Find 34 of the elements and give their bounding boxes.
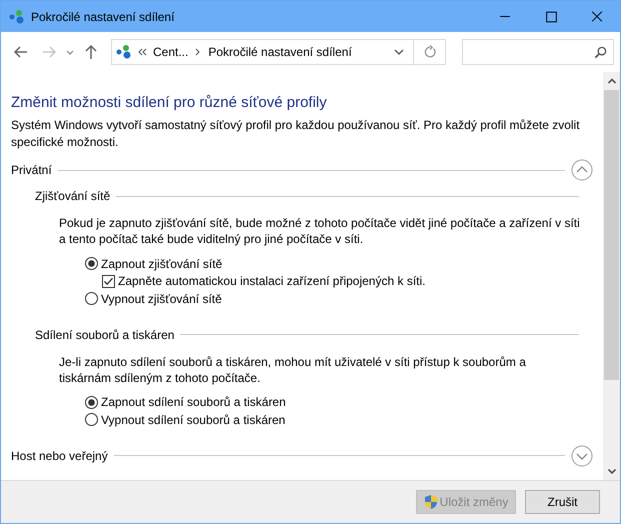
section-heading: Sdílení souborů a tiskáren: [35, 328, 174, 342]
scrollbar-thumb[interactable]: [604, 90, 619, 380]
radio-button[interactable]: [85, 292, 98, 306]
window-title: Pokročilé nastavení sdílení: [31, 10, 174, 24]
refresh-icon: [422, 45, 436, 59]
cancel-button[interactable]: Zrušit: [525, 490, 600, 514]
page-heading: Změnit možnosti sdílení pro různé síťové profily: [11, 94, 328, 111]
breadcrumb[interactable]: Cent...: [153, 45, 188, 59]
network-icon: [116, 44, 132, 60]
radio-label[interactable]: Vypnout sdílení souborů a tiskáren: [101, 412, 286, 427]
radio-label[interactable]: Vypnout zjišťování sítě: [101, 292, 222, 306]
overflow-icon[interactable]: [138, 47, 148, 57]
profile-header[interactable]: Privátní: [11, 163, 52, 177]
page-description: Systém Windows vytvoří samostatný síťový profil pro každou používanou síť. Pro každý profil můžete zvolit specifické možnosti.: [11, 117, 581, 151]
checkbox[interactable]: [102, 274, 115, 288]
radio-label[interactable]: Zapnout zjišťování sítě: [101, 256, 222, 271]
radio-label[interactable]: Zapnout sdílení souborů a tiskáren: [101, 395, 286, 410]
network-icon: [9, 8, 25, 24]
section-heading: Zjišťování sítě: [35, 189, 110, 203]
checkbox-label[interactable]: Zapněte automatickou instalaci zařízení připojených k síti.: [118, 274, 426, 288]
expand-toggle-button[interactable]: [571, 444, 593, 466]
profile-header[interactable]: Host nebo veřejný: [11, 448, 108, 462]
expand-toggle-button[interactable]: [571, 159, 593, 181]
radio-button[interactable]: [85, 413, 98, 426]
radio-button[interactable]: [85, 257, 98, 270]
scrollbar[interactable]: [603, 72, 620, 480]
section-description: Pokud je zapnuto zjišťování sítě, bude možné z tohoto počítače vidět jiné počítače a zařízení v síti a tento počítač také bude viditelný pro jiné počítače v síti.: [58, 215, 581, 247]
address-bar[interactable]: Cent... Pokročilé nastavení sdílení: [111, 39, 446, 65]
search-field[interactable]: [462, 39, 614, 65]
search-icon: [594, 46, 607, 58]
separator-icon[interactable]: [194, 47, 202, 57]
breadcrumb[interactable]: Pokročilé nastavení sdílení: [208, 45, 352, 59]
section-description: Je-li zapnuto sdílení souborů a tiskáren, mohou mít uživatelé v síti přístup k souborům a tiskárnám sdíleným z tohoto počítače.: [58, 354, 527, 386]
radio-button[interactable]: [85, 396, 98, 409]
